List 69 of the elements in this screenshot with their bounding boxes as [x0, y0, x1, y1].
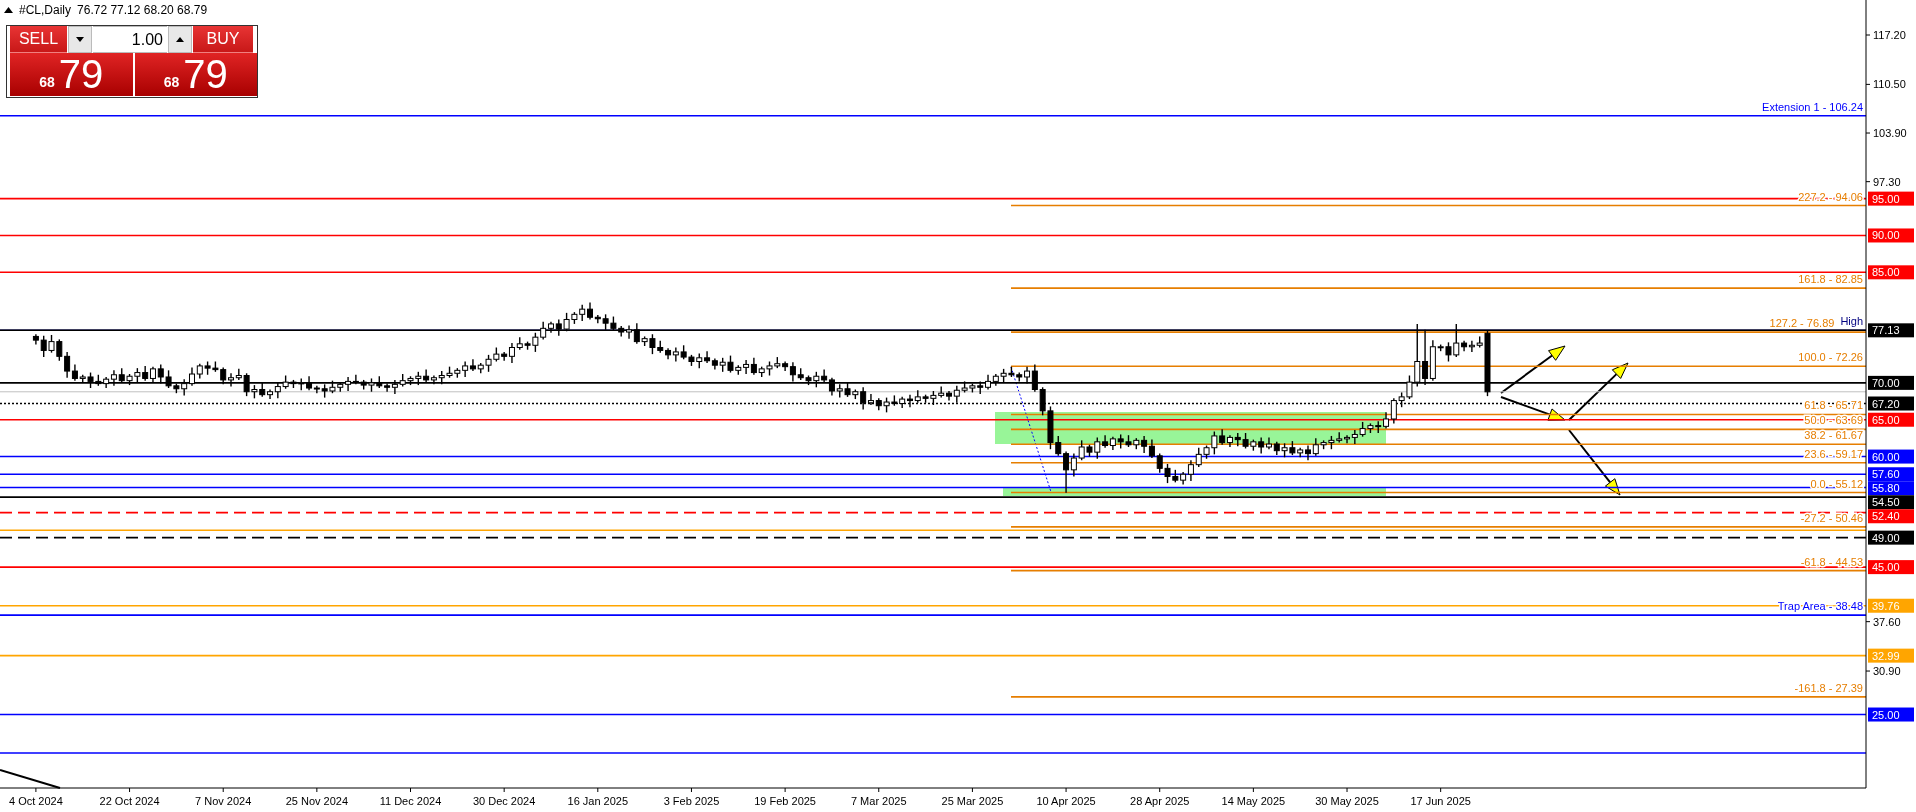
ohlc-values: 76.72 77.12 68.20 68.79 — [77, 3, 208, 17]
price-tag: 65.00 — [1868, 412, 1914, 427]
date-label: 10 Apr 2025 — [1036, 795, 1096, 807]
ref-line-label: 85.00 — [1872, 266, 1900, 279]
ref-line-label: 39.76 — [1872, 599, 1900, 612]
price-tag: 95.00 — [1868, 191, 1914, 206]
price-tag: 54.50 — [1868, 495, 1914, 510]
price-tag: 85.00 — [1868, 265, 1914, 280]
ref-line-label: 52.40 — [1872, 510, 1900, 523]
ref-line-label: 57.60 — [1872, 468, 1900, 481]
date-label: 16 Jan 2025 — [567, 795, 629, 807]
price-tag: 55.80 — [1868, 481, 1914, 496]
axis-label: 117.20 — [1873, 29, 1906, 41]
date-label: 3 Feb 2025 — [663, 795, 720, 807]
axis-label: 97.30 — [1873, 175, 1901, 188]
level-label: 0.0 - 55.12 — [1810, 477, 1863, 490]
level-label: Extension 1 - 106.24 — [1762, 100, 1863, 113]
price-tag: 45.00 — [1868, 560, 1914, 575]
date-label: 25 Nov 2024 — [285, 795, 349, 807]
level-label: 127.2 - 76.89 — [1769, 317, 1835, 330]
date-label: 17 Jun 2025 — [1410, 795, 1471, 807]
ref-line-label: 70.00 — [1872, 376, 1900, 389]
level-label: -61.8 - 44.53 — [1800, 555, 1863, 568]
level-label: -27.2 - 50.46 — [1800, 511, 1863, 524]
ref-line-label: 49.00 — [1872, 531, 1900, 544]
level-label: -161.8 - 27.39 — [1794, 681, 1863, 694]
level-label: 61.8 - 65.71 — [1804, 399, 1863, 412]
date-label: 11 Dec 2024 — [379, 795, 442, 807]
ref-line-label: 60.00 — [1872, 450, 1900, 463]
date-label: 7 Mar 2025 — [850, 795, 907, 807]
level-label: 161.8 - 82.85 — [1798, 273, 1863, 286]
ref-line-label: 67.20 — [1872, 397, 1900, 410]
date-label: 7 Nov 2024 — [195, 795, 252, 807]
date-label: 30 Dec 2024 — [472, 795, 536, 807]
price-tag: 52.40 — [1868, 509, 1914, 524]
price-tag: 49.00 — [1868, 530, 1914, 545]
ref-line-label: 77.13 — [1872, 324, 1900, 337]
chart-symbol: #CL,Daily — [19, 3, 72, 17]
price-tag: 90.00 — [1868, 228, 1914, 243]
axis-label: 37.60 — [1873, 615, 1901, 628]
price-tag: 39.76 — [1868, 598, 1914, 613]
axis-label: 110.50 — [1873, 78, 1906, 91]
price-tag: 70.00 — [1868, 375, 1914, 390]
date-label: 30 May 2025 — [1315, 795, 1379, 807]
axis-label: 103.90 — [1873, 127, 1907, 140]
date-label: 14 May 2025 — [1221, 795, 1286, 807]
ref-line-label: 54.50 — [1872, 496, 1900, 509]
price-tag: 67.20 — [1868, 396, 1914, 411]
ref-line-label: 55.80 — [1872, 482, 1900, 495]
ref-line-label: 25.00 — [1872, 708, 1900, 721]
ref-line-label: 32.99 — [1872, 649, 1900, 662]
price-tag: 60.00 — [1868, 449, 1914, 464]
ref-line-label: 65.00 — [1872, 413, 1900, 426]
level-label: 100.0 - 72.26 — [1798, 351, 1863, 364]
ref-line-label: 45.00 — [1872, 561, 1900, 574]
axis-label: 30.90 — [1873, 665, 1901, 678]
ref-line-label: 90.00 — [1872, 229, 1900, 242]
price-tag: 32.99 — [1868, 648, 1914, 663]
level-label: High — [1840, 315, 1863, 328]
level-label: 38.2 - 61.67 — [1804, 429, 1863, 442]
ref-line-label: 95.00 — [1872, 192, 1900, 205]
date-label: 28 Apr 2025 — [1130, 795, 1190, 807]
price-tag: 57.60 — [1868, 467, 1914, 482]
date-label: 19 Feb 2025 — [754, 795, 816, 807]
date-label: 25 Mar 2025 — [941, 795, 1004, 807]
date-label: 4 Oct 2024 — [9, 795, 63, 807]
price-tag: 25.00 — [1868, 707, 1914, 722]
date-label: 22 Oct 2024 — [99, 795, 160, 807]
price-tag: 77.13 — [1868, 323, 1914, 338]
